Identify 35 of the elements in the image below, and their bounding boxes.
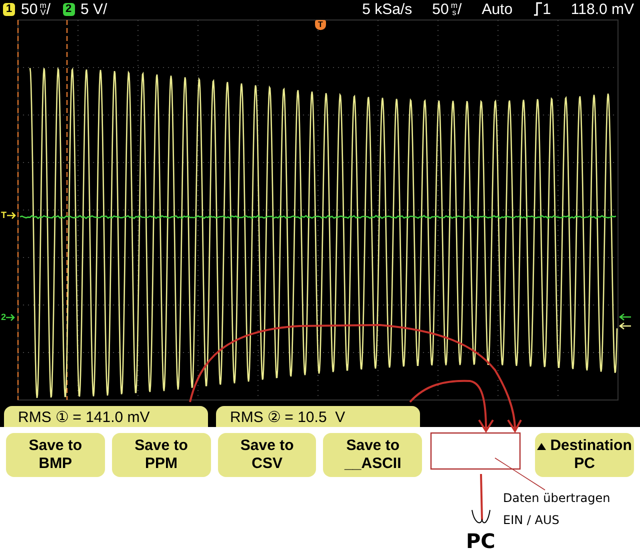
rising-edge-icon xyxy=(532,2,543,16)
destination-button[interactable]: Destination PC xyxy=(535,433,634,477)
rms-measurement: RMS ① = 141.0 mV xyxy=(4,406,208,427)
sample-rate: 5 kSa/s xyxy=(362,0,412,18)
unit-label: m V xyxy=(40,2,46,16)
channel-scale: 50 xyxy=(21,0,38,18)
arrow-icon xyxy=(6,212,16,218)
trigger-position-marker: T xyxy=(315,20,326,30)
channel-marker-icon xyxy=(618,313,632,330)
annotation-arrow xyxy=(472,474,490,524)
level-marker: T xyxy=(1,210,6,220)
per-division-mark: / xyxy=(458,0,462,18)
arrow-icon xyxy=(6,314,16,320)
annotation-text: Daten übertragen xyxy=(503,490,610,507)
per-division-mark: / xyxy=(46,0,51,18)
cursor-line[interactable] xyxy=(66,20,68,400)
channel-badge: 2 xyxy=(62,2,75,16)
save-button[interactable]: Save to BMP xyxy=(6,433,105,477)
unit-label: m s xyxy=(450,2,458,16)
rms-measurement: RMS ② = 10.5 V xyxy=(216,406,420,427)
channel-badge: 1 xyxy=(3,2,15,16)
save-button[interactable]: Save to PPM xyxy=(112,433,211,477)
timebase: 50 xyxy=(432,0,449,18)
trigger-level: 118.0 mV xyxy=(570,0,634,18)
channel-scale: 5 V/ xyxy=(80,0,108,18)
trigger-source: 1 xyxy=(542,0,551,18)
leader-line xyxy=(494,458,546,490)
cursor-line[interactable] xyxy=(17,20,19,400)
triangle-up-icon xyxy=(537,442,546,450)
level-marker: 2 xyxy=(1,312,6,322)
save-button[interactable]: Save to __ASCII xyxy=(323,433,422,477)
annotation-text: EIN / AUS xyxy=(503,512,560,529)
pc-label: PC xyxy=(466,529,496,553)
trigger-mode: Auto xyxy=(482,0,513,18)
save-button[interactable]: Save to CSV xyxy=(218,433,316,477)
